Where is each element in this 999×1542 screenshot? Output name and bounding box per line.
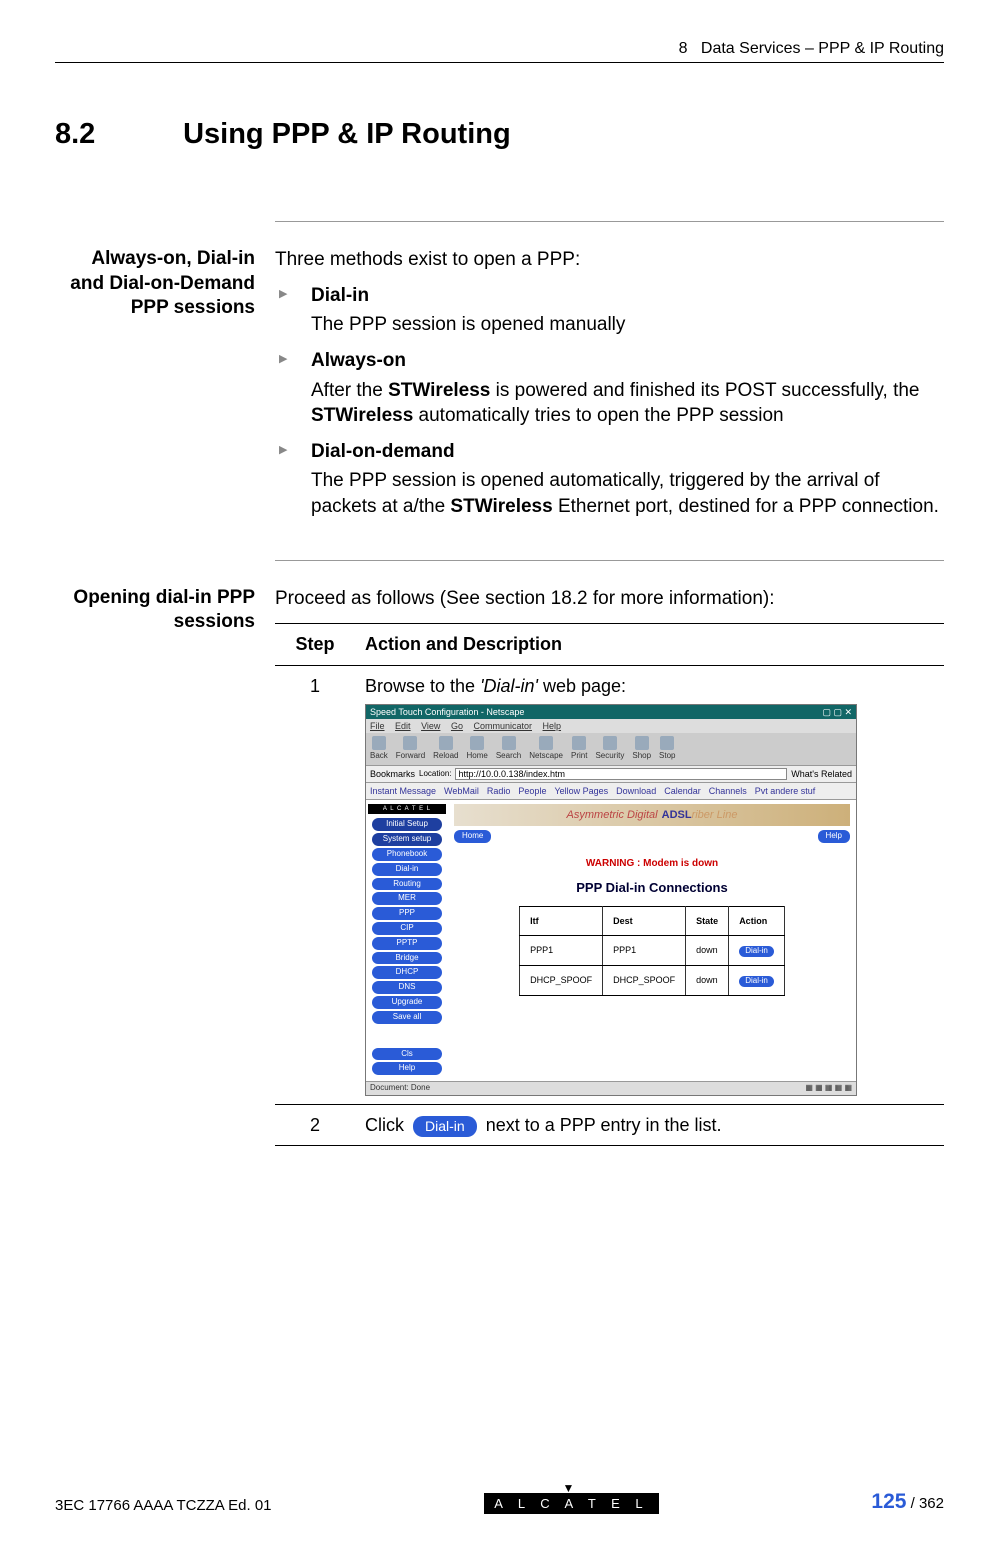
netscape-button: Netscape <box>529 736 563 762</box>
term: Dial-in <box>311 283 944 309</box>
th-action: Action and Description <box>355 624 944 665</box>
connections-table: ItfDestStateAction PPP1PPP1downDial-in D… <box>519 906 785 996</box>
table-row: 1 Browse to the 'Dial-in' web page: Spee… <box>275 665 944 1104</box>
window-title: Speed Touch Configuration - Netscape <box>370 706 524 718</box>
toolbar: Back Forward Reload Home Search Netscape… <box>366 733 856 766</box>
stop-button: Stop <box>659 736 675 762</box>
location-bar: Bookmarks Location: What's Related <box>366 766 856 783</box>
status-icons: ▦ ▦ ▦ ▦ ▦ <box>805 1083 852 1094</box>
sidebar-item: Initial Setup <box>372 818 442 831</box>
print-button: Print <box>571 736 587 762</box>
dialin-button-icon: Dial-in <box>413 1116 477 1137</box>
step-num: 1 <box>275 665 355 1104</box>
url-input <box>455 768 787 780</box>
shop-button: Shop <box>632 736 651 762</box>
desc: The PPP session is opened manually <box>311 312 944 338</box>
step-num: 2 <box>275 1105 355 1146</box>
doc-reference: 3EC 17766 AAAA TCZZA Ed. 01 <box>55 1497 272 1514</box>
list-item: Always-on After the STWireless is powere… <box>275 348 944 429</box>
sidebar-item: Upgrade <box>372 996 442 1009</box>
back-button: Back <box>370 736 388 762</box>
whats-related: What's Related <box>791 768 852 780</box>
home-button: Home <box>467 736 488 762</box>
browser-screenshot: Speed Touch Configuration - Netscape ▢ ▢… <box>365 704 857 1096</box>
warning-text: WARNING : Modem is down <box>454 857 850 871</box>
section-number: 8.2 <box>55 118 175 151</box>
sidebar-item: CIP <box>372 922 442 935</box>
security-button: Security <box>595 736 624 762</box>
sidebar-item: Help <box>372 1062 442 1075</box>
help-pill: Help <box>818 830 850 843</box>
step-action: Browse to the 'Dial-in' web page: Speed … <box>355 665 944 1104</box>
sidebar-item: PPP <box>372 907 442 920</box>
page-number: 125 / 362 <box>871 1490 944 1514</box>
term: Always-on <box>311 348 944 374</box>
alcatel-logo-icon: A L C A T E L <box>368 804 446 814</box>
forward-button: Forward <box>396 736 425 762</box>
menubar: File Edit View Go Communicator Help <box>366 719 856 733</box>
th-step: Step <box>275 624 355 665</box>
steps-table: Step Action and Description 1 Browse to … <box>275 623 944 1146</box>
content-area: Asymmetric DigitalADSLriber Line Home He… <box>448 800 856 1081</box>
search-button: Search <box>496 736 521 762</box>
block-ppp-methods: Always-on, Dial-in and Dial-on-Demand PP… <box>275 221 944 520</box>
sidebar-item: Bridge <box>372 952 442 965</box>
sidebar-item: MER <box>372 892 442 905</box>
intro-text-2: Proceed as follows (See section 18.2 for… <box>275 586 944 612</box>
chapter-number: 8 <box>679 40 688 57</box>
adsl-banner: Asymmetric DigitalADSLriber Line <box>454 804 850 826</box>
sidebar-item: Save all <box>372 1011 442 1024</box>
content-heading: PPP Dial-in Connections <box>454 879 850 897</box>
sidebar-item: DHCP <box>372 966 442 979</box>
section-title: 8.2 Using PPP & IP Routing <box>55 118 944 151</box>
section-name: Using PPP & IP Routing <box>183 118 511 150</box>
sidebar-item: Cls <box>372 1048 442 1061</box>
sidebar: A L C A T E L Initial Setup System setup… <box>366 800 448 1081</box>
sidebar-item: Phonebook <box>372 848 442 861</box>
side-heading-2: Opening dial-in PPP sessions <box>55 586 255 635</box>
window-controls-icon: ▢ ▢ ✕ <box>822 706 852 718</box>
page-footer: 3EC 17766 AAAA TCZZA Ed. 01 A L C A T E … <box>55 1490 944 1514</box>
chapter-title: Data Services – PPP & IP Routing <box>701 40 944 57</box>
sidebar-item: System setup <box>372 833 442 846</box>
desc: After the STWireless is powered and fini… <box>311 378 944 429</box>
bookmarks-label: Bookmarks <box>370 768 415 780</box>
list-item: Dial-on-demand The PPP session is opened… <box>275 439 944 520</box>
statusbar: Document: Done ▦ ▦ ▦ ▦ ▦ <box>366 1081 856 1095</box>
desc: The PPP session is opened automatically,… <box>311 468 944 519</box>
term: Dial-on-demand <box>311 439 944 465</box>
running-header: 8 Data Services – PPP & IP Routing <box>55 40 944 63</box>
sidebar-item: PPTP <box>372 937 442 950</box>
sidebar-item: DNS <box>372 981 442 994</box>
step-action: Click Dial-in next to a PPP entry in the… <box>355 1105 944 1146</box>
side-heading-1: Always-on, Dial-in and Dial-on-Demand PP… <box>55 247 255 321</box>
reload-button: Reload <box>433 736 458 762</box>
sidebar-item: Routing <box>372 878 442 891</box>
home-pill: Home <box>454 830 491 843</box>
intro-text-1: Three methods exist to open a PPP: <box>275 247 944 273</box>
block-opening-dialin: Opening dial-in PPP sessions Proceed as … <box>275 560 944 1147</box>
table-row: 2 Click Dial-in next to a PPP entry in t… <box>275 1105 944 1146</box>
list-item: Dial-in The PPP session is opened manual… <box>275 283 944 338</box>
alcatel-logo-icon: A L C A T E L <box>484 1493 658 1514</box>
sidebar-item: Dial-in <box>372 863 442 876</box>
window-titlebar: Speed Touch Configuration - Netscape ▢ ▢… <box>366 705 856 719</box>
quicklinks-bar: Instant MessageWebMailRadioPeopleYellow … <box>366 783 856 800</box>
methods-list: Dial-in The PPP session is opened manual… <box>275 283 944 520</box>
